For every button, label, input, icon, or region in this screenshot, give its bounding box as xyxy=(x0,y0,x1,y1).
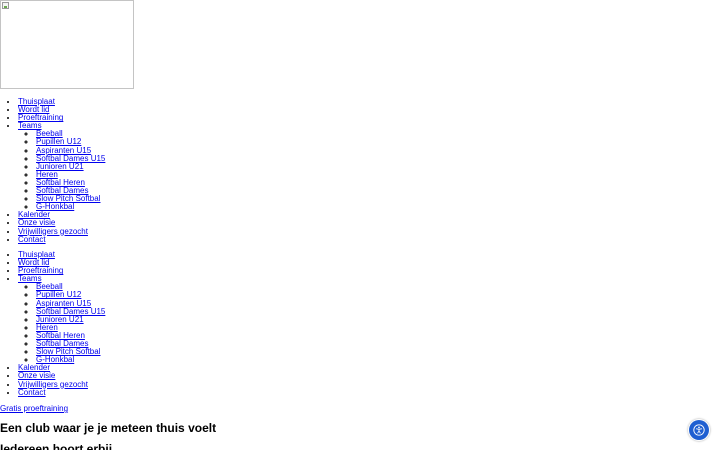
menu-link-contact[interactable]: Contact xyxy=(18,388,46,397)
broken-image-icon xyxy=(2,2,9,9)
menu-item-contact: Contact xyxy=(18,388,105,397)
accessibility-button[interactable] xyxy=(689,420,709,440)
hero-heading: Een club waar je je meteen thuis voelt xyxy=(0,421,217,435)
site-logo[interactable] xyxy=(0,0,134,89)
main-menu: Thuisplaat Wordt lid Proeftraining Teams… xyxy=(0,97,105,244)
free-trial-link[interactable]: Gratis proeftraining xyxy=(0,404,68,413)
menu-item-contact: Contact xyxy=(18,235,105,244)
accessibility-icon xyxy=(693,424,705,436)
mobile-menu: Thuisplaat Wordt lid Proeftraining Teams… xyxy=(0,250,105,397)
hero-subheading: Iedereen hoort erbij xyxy=(0,442,113,450)
teams-submenu: Beeball Pupillen U12 Aspiranten U15 Soft… xyxy=(18,130,105,211)
menu-item-teams: Teams Beeball Pupillen U12 Aspiranten U1… xyxy=(18,275,105,364)
menu-item-teams: Teams Beeball Pupillen U12 Aspiranten U1… xyxy=(18,122,105,211)
teams-submenu: Beeball Pupillen U12 Aspiranten U15 Soft… xyxy=(18,283,105,364)
menu-link-contact[interactable]: Contact xyxy=(18,235,46,244)
